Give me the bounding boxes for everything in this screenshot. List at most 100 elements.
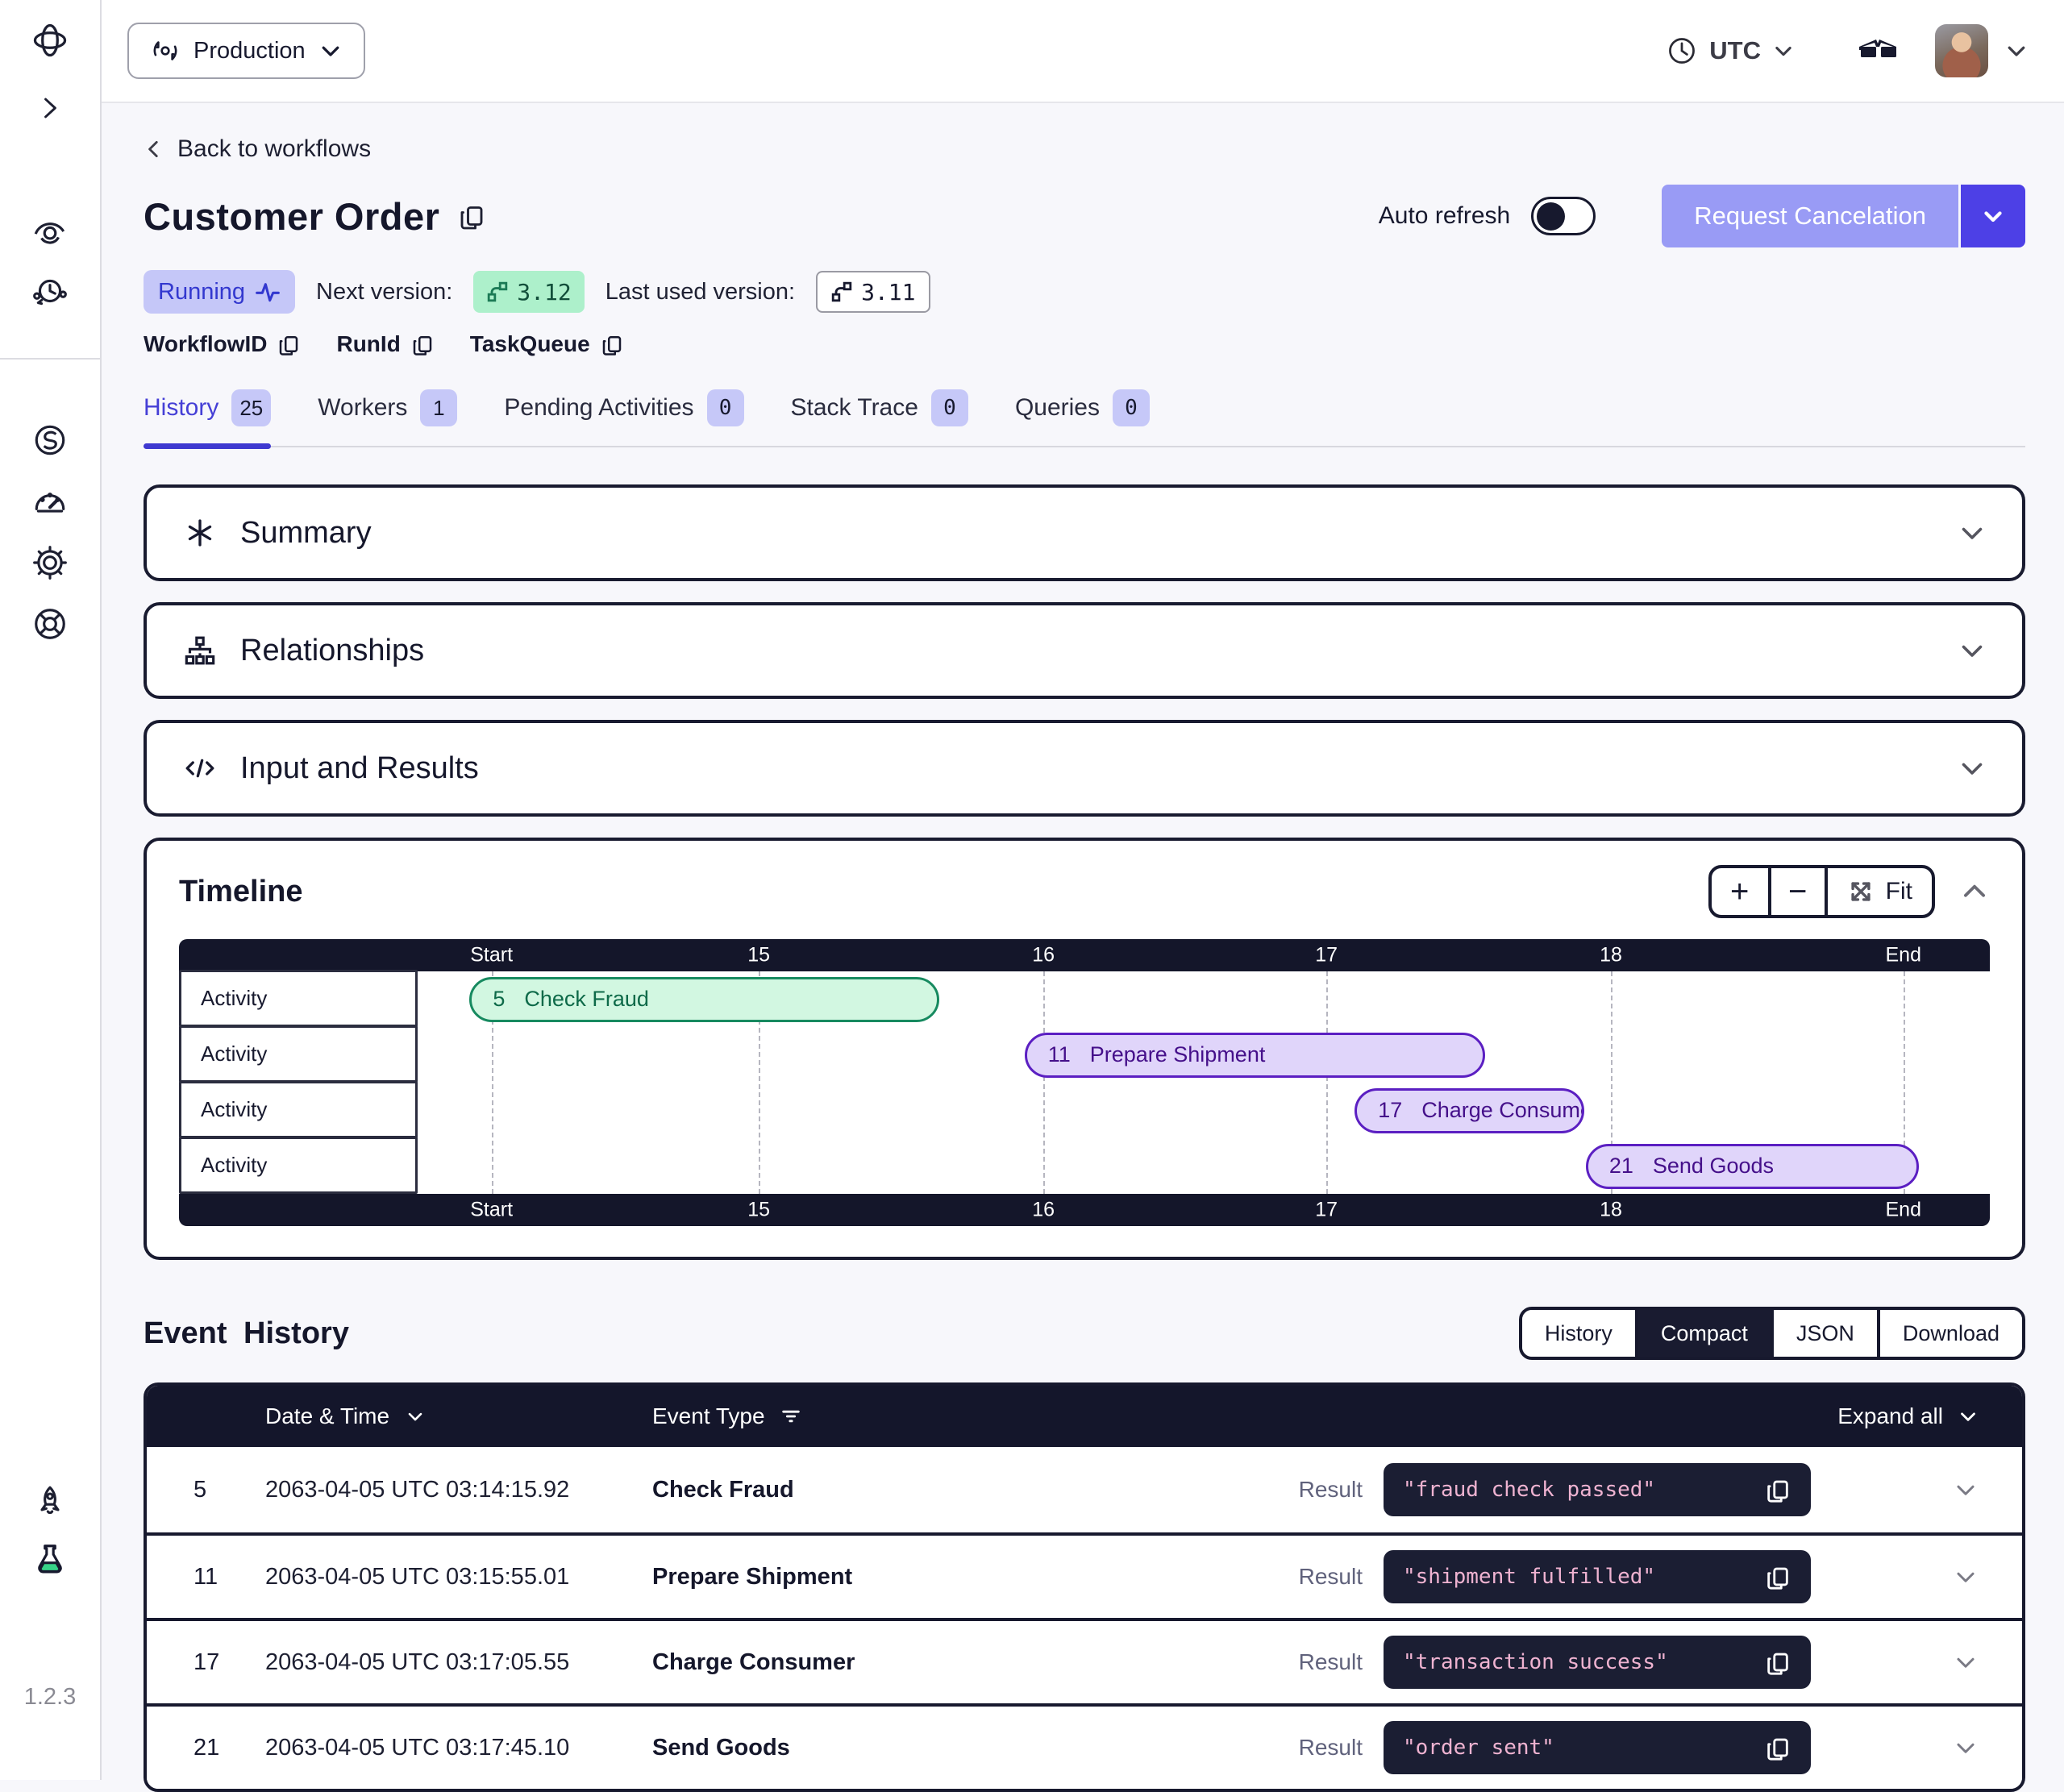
- expand-row-chevron[interactable]: [1811, 1733, 1980, 1762]
- gantt-bar-prepare-shipment[interactable]: 11Prepare Shipment: [1025, 1033, 1485, 1078]
- user-avatar[interactable]: [1935, 24, 1988, 77]
- axis-tick-label: 18: [1600, 944, 1622, 967]
- event-row[interactable]: 21 2063-04-05 UTC 03:17:45.10 Send Goods…: [147, 1703, 2022, 1789]
- environment-selector[interactable]: Production: [127, 23, 365, 79]
- code-icon: [182, 750, 218, 786]
- event-time: 2063-04-05 UTC 03:17:05.55: [265, 1649, 652, 1676]
- next-version-label: Next version:: [316, 279, 452, 306]
- gantt-axis-bottom: Start15161718End: [179, 1194, 1990, 1226]
- copy-icon: [410, 332, 435, 356]
- gantt-row: Activity 11Prepare Shipment: [179, 1027, 1990, 1083]
- expand-row-chevron[interactable]: [1811, 1648, 1980, 1677]
- event-id: 11: [147, 1564, 265, 1590]
- auto-refresh-toggle[interactable]: [1531, 197, 1596, 235]
- gantt-row: Activity 5Check Fraud: [179, 971, 1990, 1027]
- gantt-bar-send-goods[interactable]: 21Send Goods: [1586, 1144, 1919, 1189]
- workflows-icon[interactable]: [31, 211, 69, 250]
- back-to-workflows-link[interactable]: Back to workflows: [144, 135, 371, 163]
- chevron-left-icon: [144, 139, 164, 160]
- tab-pending-activities[interactable]: Pending Activities0: [504, 389, 743, 446]
- expand-all-button[interactable]: Expand all: [1837, 1403, 1980, 1429]
- event-id: 17: [147, 1649, 265, 1676]
- timeline-title: Timeline: [179, 875, 302, 909]
- timezone-label: UTC: [1709, 36, 1761, 65]
- s-service-icon[interactable]: [31, 421, 69, 459]
- expand-sidebar-icon[interactable]: [31, 89, 69, 127]
- expand-row-chevron[interactable]: [1811, 1562, 1980, 1591]
- view-history-button[interactable]: History: [1522, 1310, 1635, 1357]
- sitemap-icon: [182, 633, 218, 668]
- zoom-out-button[interactable]: −: [1768, 868, 1825, 915]
- gantt-axis-top: Start15161718End: [179, 939, 1990, 971]
- status-badge: Running: [144, 270, 295, 314]
- timeline-zoom-controls: + − Fit: [1708, 865, 1935, 918]
- gantt-bar-charge-consumer[interactable]: 17Charge Consumer: [1354, 1088, 1584, 1133]
- download-button[interactable]: Download: [1877, 1310, 2022, 1357]
- request-cancelation-button[interactable]: Request Cancelation: [1662, 185, 2025, 247]
- axis-tick-label: Start: [470, 1199, 513, 1222]
- timeline-gantt: Start15161718End Activity 5Check Fraud A…: [179, 939, 1990, 1226]
- chevron-down-icon: [318, 39, 343, 63]
- zoom-fit-button[interactable]: Fit: [1825, 868, 1932, 915]
- sort-date-time[interactable]: Date & Time: [265, 1403, 652, 1429]
- main-content: Back to workflows Customer Order Auto re…: [102, 103, 2064, 1780]
- tab-workers[interactable]: Workers1: [318, 389, 457, 446]
- chevron-down-icon: [1958, 636, 1987, 665]
- help-lifebuoy-icon[interactable]: [31, 605, 69, 643]
- gantt-row-label: Activity: [179, 1081, 418, 1138]
- input-results-section[interactable]: Input and Results: [144, 720, 2025, 817]
- copy-result-icon[interactable]: [1764, 1563, 1791, 1590]
- copy-result-icon[interactable]: [1764, 1649, 1791, 1676]
- timeline-collapse-chevron[interactable]: [1959, 876, 1990, 907]
- tab-stack-trace[interactable]: Stack Trace0: [791, 389, 968, 446]
- event-time: 2063-04-05 UTC 03:15:55.01: [265, 1564, 652, 1590]
- summary-section[interactable]: Summary: [144, 484, 2025, 581]
- axis-tick-label: 16: [1032, 944, 1055, 967]
- axis-tick-label: 17: [1315, 944, 1338, 967]
- event-type: Prepare Shipment: [652, 1564, 1299, 1590]
- copy-result-icon[interactable]: [1764, 1734, 1791, 1761]
- view-json-button[interactable]: JSON: [1771, 1310, 1877, 1357]
- workflow-id-copy[interactable]: WorkflowID: [144, 331, 301, 357]
- result-label: Result: [1299, 1564, 1363, 1590]
- gantt-row: Activity 17Charge Consumer: [179, 1083, 1990, 1138]
- chevron-down-icon: [404, 1405, 427, 1428]
- task-queue-copy[interactable]: TaskQueue: [470, 331, 624, 357]
- result-value: "shipment fulfilled": [1403, 1565, 1764, 1589]
- gantt-bar-check-fraud[interactable]: 5Check Fraud: [469, 977, 939, 1022]
- user-menu-chevron-icon[interactable]: [2004, 39, 2029, 63]
- event-row[interactable]: 17 2063-04-05 UTC 03:17:05.55 Charge Con…: [147, 1618, 2022, 1703]
- result-label: Result: [1299, 1477, 1363, 1503]
- workflow-tabs: History25 Workers1 Pending Activities0 S…: [144, 389, 2025, 447]
- app-logo-icon[interactable]: [31, 21, 69, 60]
- event-row[interactable]: 11 2063-04-05 UTC 03:15:55.01 Prepare Sh…: [147, 1532, 2022, 1618]
- environment-label: Production: [194, 38, 306, 64]
- axis-tick-label: 18: [1600, 1199, 1622, 1222]
- feedback-glasses-icon[interactable]: [1858, 35, 1900, 67]
- whats-new-rocket-icon[interactable]: [31, 1482, 69, 1521]
- schedules-icon[interactable]: [31, 272, 69, 311]
- tab-history[interactable]: History25: [144, 389, 271, 446]
- timezone-selector[interactable]: UTC: [1666, 35, 1795, 67]
- gantt-row-label: Activity: [179, 1025, 418, 1083]
- view-compact-button[interactable]: Compact: [1635, 1310, 1771, 1357]
- tab-queries[interactable]: Queries0: [1015, 389, 1150, 446]
- expand-row-chevron[interactable]: [1811, 1475, 1980, 1504]
- clock-icon: [1666, 35, 1698, 67]
- event-row[interactable]: 5 2063-04-05 UTC 03:14:15.92 Check Fraud…: [147, 1447, 2022, 1532]
- run-id-copy[interactable]: RunId: [336, 331, 434, 357]
- gantt-row-label: Activity: [179, 1137, 418, 1194]
- axis-tick-label: 16: [1032, 1199, 1055, 1222]
- relationships-section[interactable]: Relationships: [144, 602, 2025, 699]
- zoom-in-button[interactable]: +: [1712, 868, 1768, 915]
- copy-result-icon[interactable]: [1764, 1476, 1791, 1503]
- filter-event-type[interactable]: Event Type: [652, 1403, 1837, 1429]
- settings-gear-icon[interactable]: [31, 543, 69, 582]
- usage-gauge-icon[interactable]: [31, 482, 69, 521]
- copy-workflow-name-icon[interactable]: [457, 202, 486, 231]
- pulse-icon: [255, 279, 281, 305]
- labs-flask-icon[interactable]: [31, 1540, 69, 1579]
- left-sidebar: 1.2.3: [0, 0, 102, 1780]
- cancelation-dropdown-caret[interactable]: [1961, 185, 2025, 247]
- asterisk-icon: [182, 515, 218, 551]
